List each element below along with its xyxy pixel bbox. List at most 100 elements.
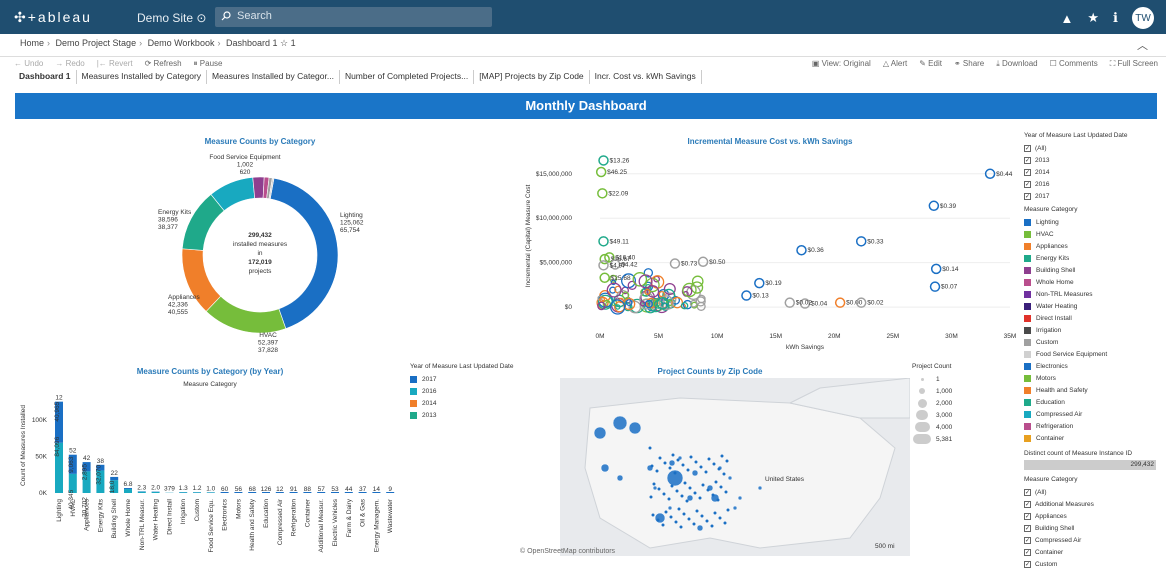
size-swatch bbox=[916, 410, 928, 420]
year-filter-option[interactable]: ✓2016 bbox=[1024, 178, 1164, 190]
map-project-circle bbox=[670, 516, 673, 519]
category-legend-item[interactable]: HVAC bbox=[1024, 228, 1164, 240]
site-selector[interactable]: Demo Site ⊙ bbox=[137, 11, 206, 25]
tab-incr-cost-vs-kwh[interactable]: Incr. Cost vs. kWh Savings bbox=[590, 70, 702, 84]
tab-number-of-completed-projects[interactable]: Number of Completed Projects... bbox=[340, 70, 474, 84]
checkbox[interactable]: ✓ bbox=[1024, 525, 1031, 532]
alerts-icon[interactable]: ▲ bbox=[1061, 11, 1074, 26]
category-filter-option[interactable]: ✓Additional Measures bbox=[1024, 498, 1164, 510]
avatar[interactable]: TW bbox=[1132, 7, 1154, 29]
donut-chart[interactable]: 299,432installed measuresin172,019projec… bbox=[150, 150, 390, 360]
tab-measures-installed-by-category-2[interactable]: Measures Installed by Categor... bbox=[207, 70, 340, 84]
checkbox[interactable]: ✓ bbox=[1024, 537, 1031, 544]
category-filter-option[interactable]: ✓Container bbox=[1024, 546, 1164, 558]
checkbox[interactable]: ✓ bbox=[1024, 561, 1031, 568]
year-filter-option[interactable]: ✓2014 bbox=[1024, 166, 1164, 178]
year-legend-item[interactable]: 2014 bbox=[410, 397, 513, 409]
scatter-point bbox=[742, 291, 751, 300]
year-legend-item[interactable]: 2017 bbox=[410, 373, 513, 385]
pause-button[interactable]: ⏸ Pause bbox=[194, 59, 223, 69]
map-project-circle bbox=[705, 471, 708, 474]
map-project-circle bbox=[674, 472, 677, 475]
category-legend-item[interactable]: Irrigation bbox=[1024, 324, 1164, 336]
bar-segment bbox=[179, 492, 187, 493]
favorite-star-icon[interactable]: ☆ 1 bbox=[280, 38, 296, 48]
year-filter-option[interactable]: ✓2017 bbox=[1024, 190, 1164, 202]
checkbox[interactable]: ✓ bbox=[1024, 549, 1031, 556]
checkbox[interactable]: ✓ bbox=[1024, 145, 1031, 152]
category-legend-item[interactable]: Water Heating bbox=[1024, 300, 1164, 312]
info-icon[interactable]: ℹ bbox=[1113, 10, 1118, 26]
comments-button[interactable]: ☐ Comments bbox=[1050, 59, 1098, 69]
alert-button[interactable]: △ Alert bbox=[883, 59, 907, 69]
checkbox[interactable]: ✓ bbox=[1024, 193, 1031, 200]
checkbox[interactable]: ✓ bbox=[1024, 181, 1031, 188]
scatter-x-tick: 5M bbox=[654, 333, 663, 340]
collapse-chevron-icon[interactable]: ︿ bbox=[1137, 37, 1148, 53]
category-legend-item[interactable]: Building Shell bbox=[1024, 264, 1164, 276]
breadcrumb-workbook[interactable]: Demo Workbook bbox=[148, 38, 215, 48]
tab-dashboard-1[interactable]: Dashboard 1 bbox=[14, 70, 77, 84]
scatter-chart[interactable]: $0$5,000,000$10,000,000$15,000,0000M5M10… bbox=[520, 148, 1025, 358]
category-filter-option[interactable]: ✓Appliances bbox=[1024, 510, 1164, 522]
undo-button[interactable]: ← Undo bbox=[14, 59, 43, 69]
category-legend-item[interactable]: Direct Install bbox=[1024, 312, 1164, 324]
revert-button[interactable]: |← Revert bbox=[97, 59, 133, 69]
category-legend-item[interactable]: Education bbox=[1024, 396, 1164, 408]
favorites-icon[interactable]: ★ bbox=[1087, 10, 1099, 26]
category-filter-option[interactable]: ✓Building Shell bbox=[1024, 522, 1164, 534]
category-filter-option[interactable]: ✓(All) bbox=[1024, 486, 1164, 498]
search-input[interactable]: Search bbox=[215, 7, 492, 27]
category-legend-item[interactable]: Health and Safety bbox=[1024, 384, 1164, 396]
bar-chart[interactable]: 0K50K100KCount of Measures Installed12Li… bbox=[15, 388, 410, 560]
refresh-button[interactable]: ⟳ Refresh bbox=[145, 59, 182, 69]
breadcrumb-home[interactable]: Home bbox=[20, 38, 44, 48]
donut-slice[interactable] bbox=[270, 178, 338, 328]
category-legend-item[interactable]: Lighting bbox=[1024, 216, 1164, 228]
year-filter-option[interactable]: ✓(All) bbox=[1024, 142, 1164, 154]
map-project-circle bbox=[617, 475, 623, 481]
map-project-circle bbox=[699, 497, 702, 500]
map-project-circle bbox=[677, 459, 680, 462]
breadcrumb-project[interactable]: Demo Project Stage bbox=[56, 38, 137, 48]
zip-code-map[interactable]: United States500 mi bbox=[560, 378, 910, 556]
right-filter-panel: Year of Measure Last Updated Date ✓(All)… bbox=[1024, 132, 1164, 570]
tab-measures-installed-by-category[interactable]: Measures Installed by Category bbox=[77, 70, 208, 84]
bar-top-label: 2.0 bbox=[151, 485, 160, 492]
category-legend-item[interactable]: Motors bbox=[1024, 372, 1164, 384]
category-legend-item[interactable]: Refrigeration bbox=[1024, 420, 1164, 432]
category-legend-item[interactable]: Compressed Air bbox=[1024, 408, 1164, 420]
checkbox[interactable]: ✓ bbox=[1024, 489, 1031, 496]
redo-button[interactable]: → Redo bbox=[55, 59, 84, 69]
category-legend-item[interactable]: Non-TRL Measures bbox=[1024, 288, 1164, 300]
year-legend-item[interactable]: 2013 bbox=[410, 409, 513, 421]
download-button[interactable]: ⤓ Download bbox=[996, 59, 1037, 69]
category-filter-option[interactable]: ✓Compressed Air bbox=[1024, 534, 1164, 546]
view-original-button[interactable]: ▣ View: Original bbox=[812, 59, 871, 69]
share-button[interactable]: ⚭ Share bbox=[954, 59, 984, 69]
checkbox[interactable]: ✓ bbox=[1024, 501, 1031, 508]
tableau-logo[interactable]: ✣+ableau bbox=[14, 9, 92, 26]
category-legend-item[interactable]: Appliances bbox=[1024, 240, 1164, 252]
edit-button[interactable]: ✎ Edit bbox=[919, 59, 942, 69]
category-legend-item[interactable]: Electronics bbox=[1024, 360, 1164, 372]
category-legend-item[interactable]: Container bbox=[1024, 432, 1164, 444]
donut-slice[interactable] bbox=[253, 177, 264, 198]
category-legend-item[interactable]: Custom bbox=[1024, 336, 1164, 348]
year-legend-item[interactable]: 2016 bbox=[410, 385, 513, 397]
year-filter-option[interactable]: ✓2013 bbox=[1024, 154, 1164, 166]
map-project-circle bbox=[649, 447, 652, 450]
category-legend-item[interactable]: Energy Kits bbox=[1024, 252, 1164, 264]
tab-map-projects-by-zip[interactable]: [MAP] Projects by Zip Code bbox=[474, 70, 589, 84]
checkbox[interactable]: ✓ bbox=[1024, 513, 1031, 520]
checkbox[interactable]: ✓ bbox=[1024, 169, 1031, 176]
donut-slice[interactable] bbox=[206, 296, 286, 333]
checkbox[interactable]: ✓ bbox=[1024, 157, 1031, 164]
map-project-circle bbox=[672, 454, 675, 457]
map-project-circle bbox=[714, 512, 717, 515]
bar-top-label: 6.8 bbox=[123, 481, 132, 488]
bar-top-label: 9 bbox=[388, 486, 392, 493]
category-legend-item[interactable]: Whole Home bbox=[1024, 276, 1164, 288]
category-legend-item[interactable]: Food Service Equipment bbox=[1024, 348, 1164, 360]
full-screen-button[interactable]: ⛶ Full Screen bbox=[1110, 59, 1158, 69]
